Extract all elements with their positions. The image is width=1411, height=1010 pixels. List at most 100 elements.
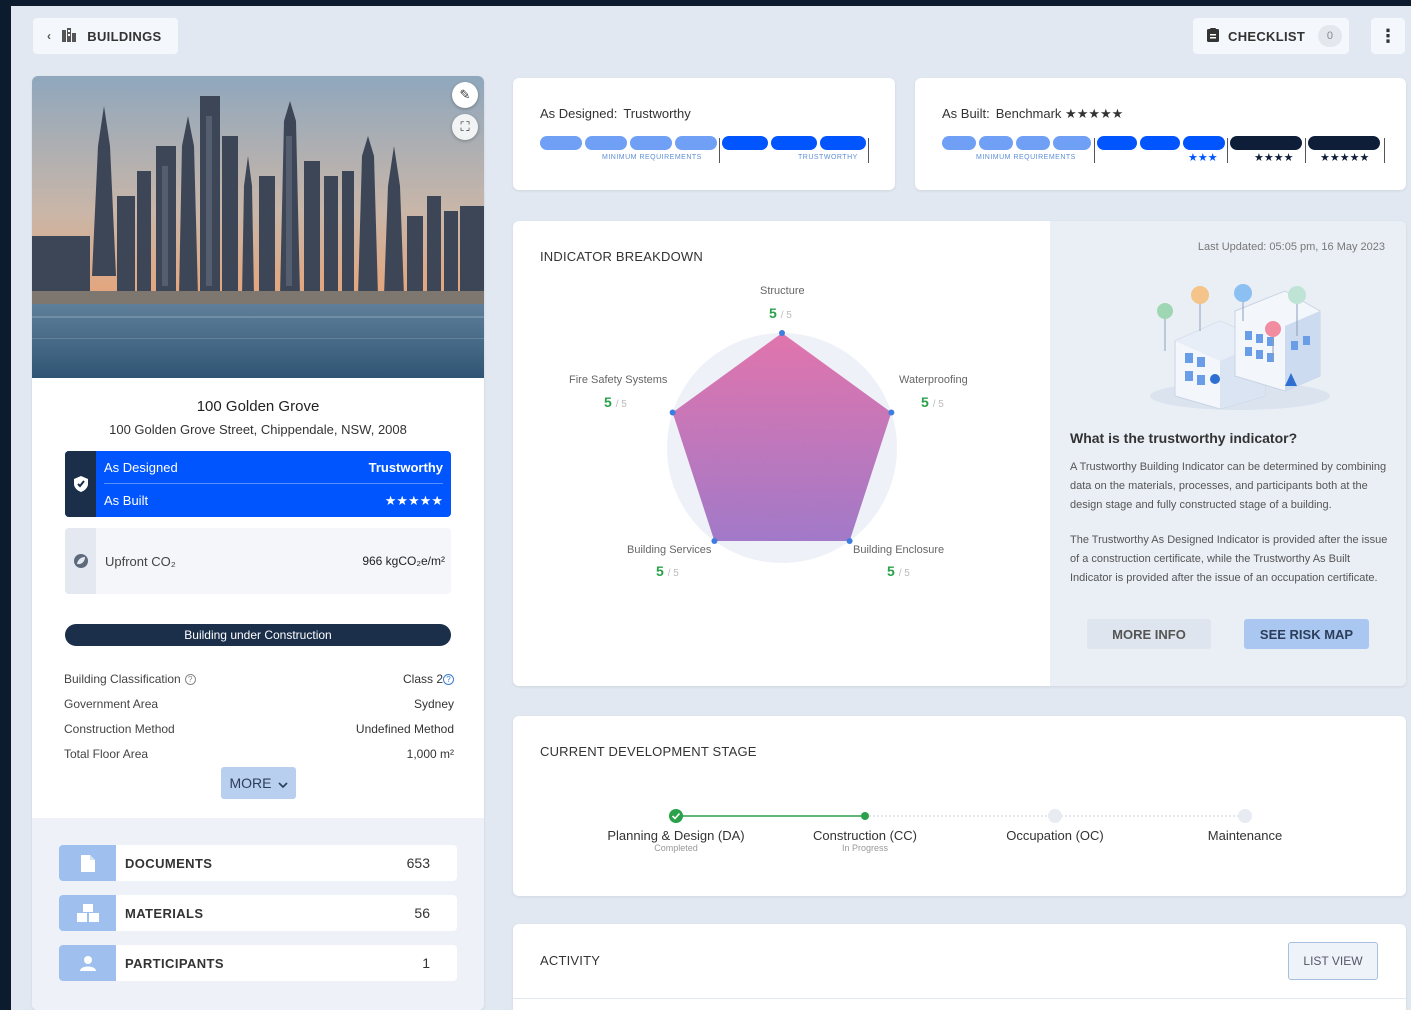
segment — [1308, 136, 1380, 150]
as-built-row: As Built ★★★★★ — [104, 484, 443, 517]
back-label: BUILDINGS — [87, 28, 162, 44]
checklist-label: CHECKLIST — [1228, 28, 1306, 44]
segment — [1183, 136, 1225, 150]
stage-name: Occupation (OC) — [1006, 828, 1104, 843]
clipboard-icon — [1207, 27, 1219, 45]
shield-icon — [65, 451, 96, 517]
property-value: 1,000 m² — [406, 746, 454, 761]
checklist-button[interactable]: CHECKLIST 0 — [1193, 18, 1349, 54]
status-badge: Building under Construction — [65, 624, 451, 646]
segment — [1016, 136, 1050, 150]
documents-row[interactable]: DOCUMENTS 653 — [59, 845, 457, 881]
divider — [513, 998, 1406, 999]
stage-name: Maintenance — [1207, 828, 1283, 843]
segment — [1097, 136, 1137, 150]
list-view-button[interactable]: LIST VIEW — [1288, 942, 1378, 980]
development-stage-card: CURRENT DEVELOPMENT STAGE Planning & Des… — [513, 716, 1406, 896]
fullscreen-icon[interactable]: ⛶ — [452, 114, 478, 140]
building-address: 100 Golden Grove Street, Chippendale, NS… — [109, 422, 407, 437]
as-designed-title: As Designed: Trustworthy — [540, 106, 691, 121]
as-designed-label: As Designed — [104, 459, 178, 475]
score-fire-safety-systems: 5 / 5 — [604, 394, 627, 410]
stage-construction: Construction (CC) In Progress — [790, 828, 940, 853]
axis-label-fire-safety-systems: Fire Safety Systems — [569, 374, 668, 386]
as-built-card-value: Benchmark ★★★★★ — [995, 106, 1124, 121]
co2-box: Upfront CO₂ 966 kgCO₂e/m² — [65, 528, 451, 594]
radar-point — [669, 409, 676, 416]
leaf-icon — [65, 528, 96, 594]
edit-icon[interactable]: ✎ — [452, 82, 478, 108]
as-designed-progress-bar: MINIMUM REQUIREMENTS TRUSTWORTHY — [540, 136, 870, 166]
stage-occupation: Occupation (OC) — [980, 828, 1130, 843]
segment — [979, 136, 1013, 150]
segment — [1053, 136, 1091, 150]
segment — [585, 136, 627, 150]
minimum-requirements-label: MINIMUM REQUIREMENTS — [602, 154, 702, 161]
person-icon — [59, 945, 116, 981]
last-updated-text: Last Updated: 05:05 pm, 16 May 2023 — [1197, 241, 1385, 253]
chevron-left-icon: ‹ — [47, 29, 52, 43]
more-button[interactable]: MORE — [221, 767, 296, 799]
materials-row[interactable]: MATERIALS 56 — [59, 895, 457, 931]
property-row: Government Area Sydney — [64, 691, 454, 716]
as-built-card-label: As Built: — [942, 106, 990, 121]
property-label: Government Area — [64, 696, 159, 711]
indicator-breakdown-card: INDICATOR BREAKDOWN Structure 5 / 5 Wate… — [513, 221, 1406, 686]
participants-row[interactable]: PARTICIPANTS 1 — [59, 945, 457, 981]
score-max: / 5 — [932, 399, 944, 410]
stage-dot-pending — [1048, 809, 1062, 823]
stage-timeline — [669, 809, 1252, 823]
see-risk-map-button[interactable]: SEE RISK MAP — [1244, 619, 1369, 649]
divider — [1094, 138, 1095, 163]
segment — [1140, 136, 1180, 150]
more-options-icon[interactable]: ⋮ — [1371, 18, 1405, 54]
participants-label: PARTICIPANTS — [125, 956, 224, 971]
stage-planning: Planning & Design (DA) Completed — [601, 828, 751, 853]
building-photo: ✎ ⛶ — [32, 76, 484, 378]
score-max: / 5 — [667, 568, 679, 579]
divider — [719, 138, 720, 163]
building-summary-card: ✎ ⛶ 100 Golden Grove 100 Golden Grove St… — [32, 76, 484, 1010]
score-value: 5 — [604, 394, 612, 410]
more-label: MORE — [229, 775, 272, 791]
score-waterproofing: 5 / 5 — [921, 394, 944, 410]
property-label: Construction Method — [64, 721, 175, 736]
segment — [722, 136, 768, 150]
segment — [675, 136, 717, 150]
divider — [1305, 138, 1306, 163]
segment — [630, 136, 672, 150]
property-row: Construction Method Undefined Method — [64, 716, 454, 741]
axis-label-structure: Structure — [760, 285, 805, 297]
four-star-label: ★★★★ — [1254, 152, 1294, 164]
as-built-stars: ★★★★★ — [384, 492, 443, 508]
score-max: / 5 — [780, 310, 792, 321]
score-value: 5 — [656, 563, 664, 579]
score-structure: 5 / 5 — [769, 305, 792, 321]
materials-count: 56 — [414, 905, 430, 921]
as-designed-card-value: Trustworthy — [623, 106, 691, 121]
counts-section: DOCUMENTS 653 MATERIALS 56 PARTICIPANTS … — [32, 818, 484, 1010]
documents-label: DOCUMENTS — [125, 856, 213, 871]
axis-label-building-enclosure: Building Enclosure — [853, 544, 945, 556]
score-value: 5 — [769, 305, 777, 321]
five-star-label: ★★★★★ — [1320, 152, 1370, 164]
as-built-progress-bar: MINIMUM REQUIREMENTS ★★★ ★★★★ ★★★★★ — [942, 136, 1392, 166]
more-info-button[interactable]: MORE INFO — [1087, 619, 1211, 649]
back-to-buildings-button[interactable]: ‹ BUILDINGS — [33, 18, 178, 54]
participants-count: 1 — [422, 955, 430, 971]
co2-label: Upfront CO₂ — [105, 554, 176, 569]
info-icon[interactable]: ? — [443, 673, 454, 685]
score-max: / 5 — [898, 568, 910, 579]
radar-point — [846, 538, 853, 545]
score-building-enclosure: 5 / 5 — [887, 563, 910, 579]
property-value: Class 2 — [402, 671, 443, 686]
smart-building-illustration-icon — [1145, 281, 1335, 416]
materials-label: MATERIALS — [125, 906, 204, 921]
document-icon — [59, 845, 116, 881]
trustworthy-label: TRUSTWORTHY — [798, 154, 858, 161]
help-icon[interactable]: ? — [184, 673, 196, 685]
buildings-icon — [61, 27, 77, 45]
property-value: Sydney — [413, 696, 454, 711]
as-designed-row: As Designed Trustworthy — [104, 451, 443, 484]
stage-maintenance: Maintenance — [1170, 828, 1320, 843]
